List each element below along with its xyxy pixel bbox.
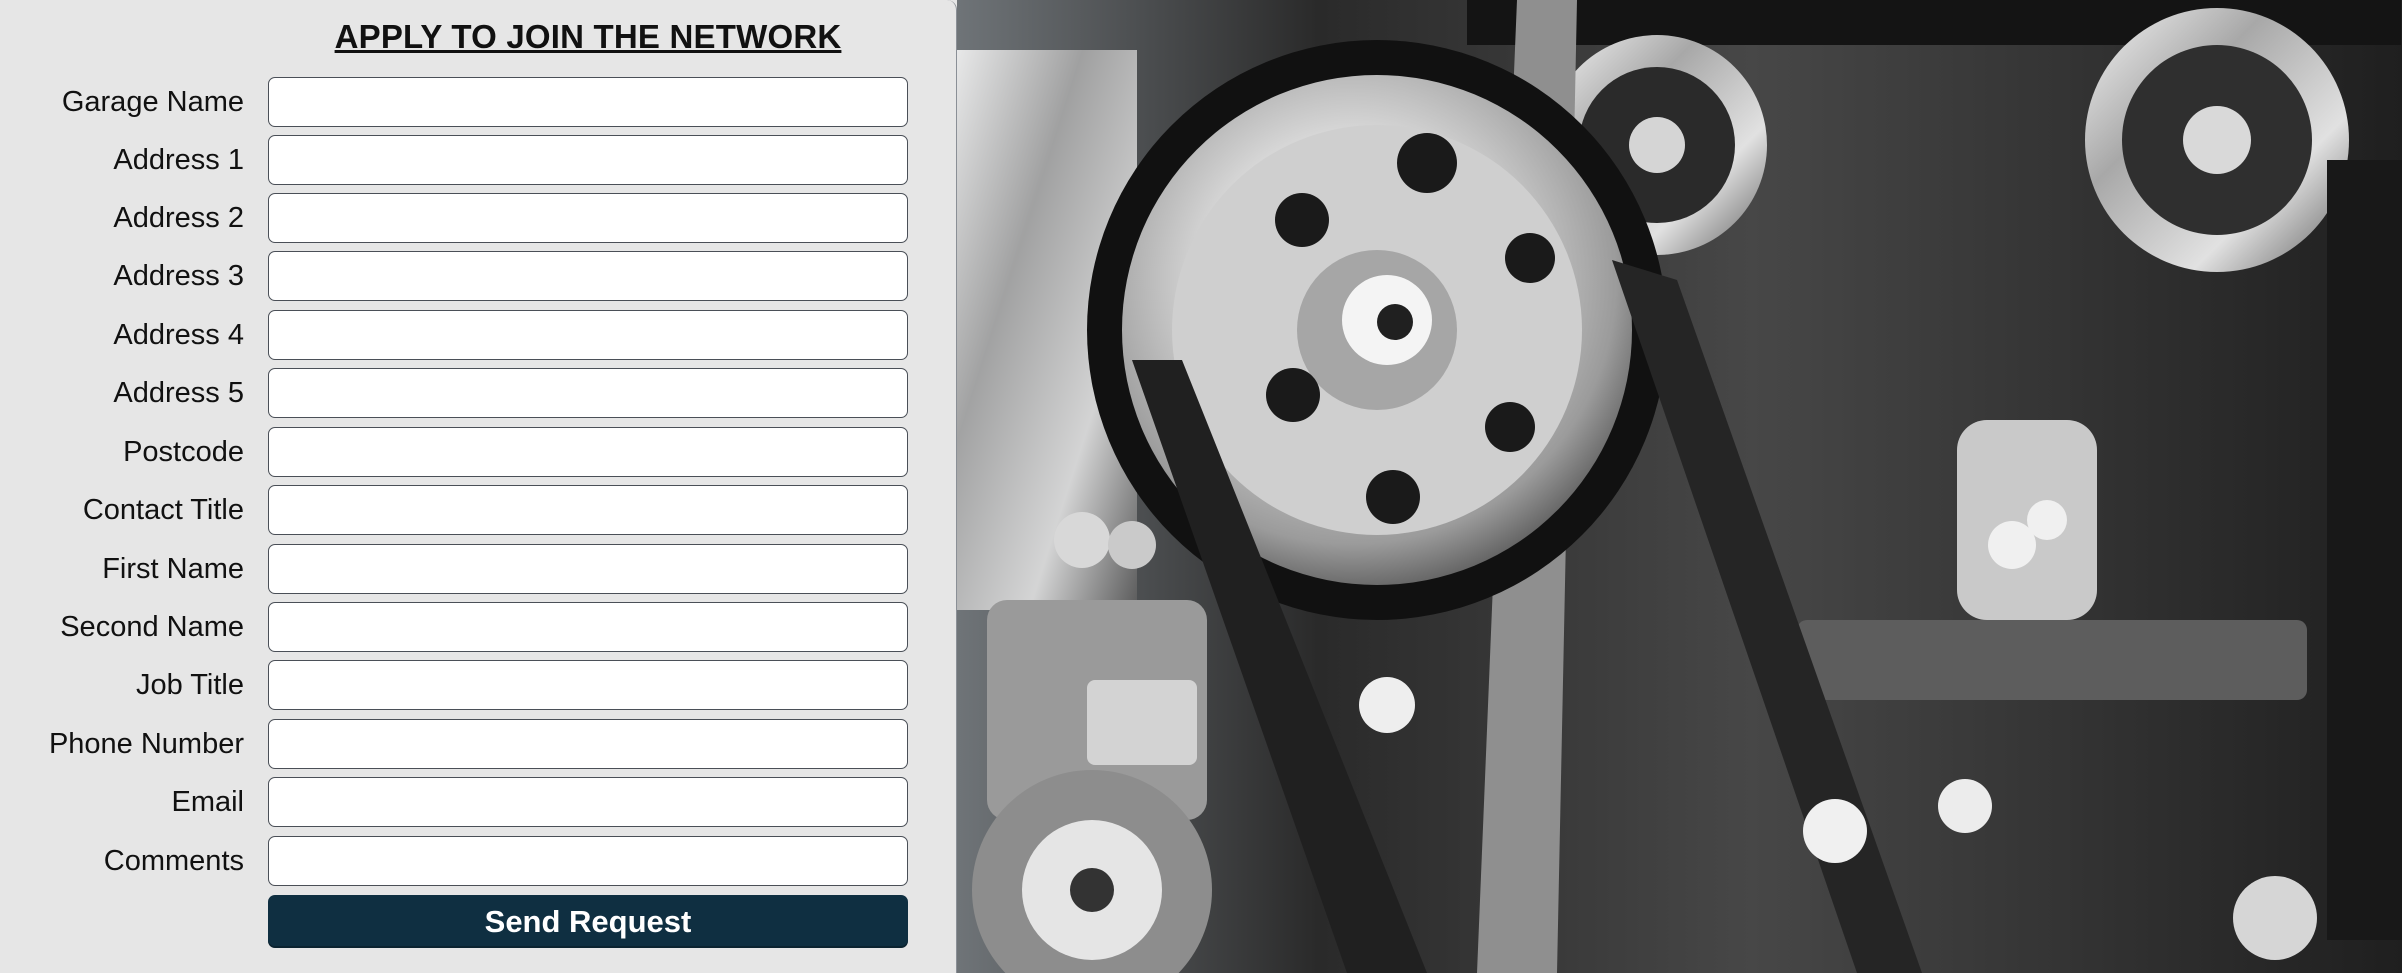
comments-label: Comments xyxy=(103,845,244,877)
address-3-input[interactable] xyxy=(268,251,908,301)
sprocket-right xyxy=(2085,8,2349,272)
form-row-garage-name: Garage Name xyxy=(0,77,956,129)
form-row-job-title: Job Title xyxy=(0,660,956,712)
engine-photo xyxy=(957,0,2402,973)
address-2-input[interactable] xyxy=(268,193,908,243)
address-2-label: Address 2 xyxy=(113,202,244,234)
form-row-contact-title: Contact Title xyxy=(0,485,956,537)
main-pulley xyxy=(1087,40,1667,620)
garage-name-input[interactable] xyxy=(268,77,908,127)
address-5-label: Address 5 xyxy=(113,377,244,409)
page: APPLY TO JOIN THE NETWORK Garage Name Ad… xyxy=(0,0,2402,973)
postcode-label: Postcode xyxy=(123,436,244,468)
phone-number-input[interactable] xyxy=(268,719,908,769)
second-name-input[interactable] xyxy=(268,602,908,652)
engine-photo-illustration xyxy=(957,0,2402,973)
address-1-label: Address 1 xyxy=(113,144,244,176)
address-4-input[interactable] xyxy=(268,310,908,360)
form-row-first-name: First Name xyxy=(0,544,956,596)
garage-name-label: Garage Name xyxy=(61,86,244,118)
form-row-address-2: Address 2 xyxy=(0,193,956,245)
first-name-input[interactable] xyxy=(268,544,908,594)
contact-title-label: Contact Title xyxy=(82,494,244,526)
contact-title-input[interactable] xyxy=(268,485,908,535)
first-name-label: First Name xyxy=(102,553,244,585)
form-row-address-1: Address 1 xyxy=(0,135,956,187)
email-label: Email xyxy=(171,786,244,818)
email-input[interactable] xyxy=(268,777,908,827)
postcode-input[interactable] xyxy=(268,427,908,477)
address-3-label: Address 3 xyxy=(113,260,244,292)
second-name-label: Second Name xyxy=(60,611,244,643)
join-network-form-panel: APPLY TO JOIN THE NETWORK Garage Name Ad… xyxy=(0,0,957,973)
form-title: APPLY TO JOIN THE NETWORK xyxy=(334,18,842,55)
address-1-input[interactable] xyxy=(268,135,908,185)
form-row-phone-number: Phone Number xyxy=(0,719,956,771)
phone-number-label: Phone Number xyxy=(48,728,244,760)
send-request-button[interactable]: Send Request xyxy=(268,895,908,948)
form-row-comments: Comments xyxy=(0,836,956,888)
form-row-address-5: Address 5 xyxy=(0,368,956,420)
form-row-address-4: Address 4 xyxy=(0,310,956,362)
form-row-second-name: Second Name xyxy=(0,602,956,654)
form-row-address-3: Address 3 xyxy=(0,251,956,303)
job-title-label: Job Title xyxy=(136,669,244,701)
comments-input[interactable] xyxy=(268,836,908,886)
form-row-email: Email xyxy=(0,777,956,829)
job-title-input[interactable] xyxy=(268,660,908,710)
address-5-input[interactable] xyxy=(268,368,908,418)
address-4-label: Address 4 xyxy=(113,319,244,351)
form-row-postcode: Postcode xyxy=(0,427,956,479)
